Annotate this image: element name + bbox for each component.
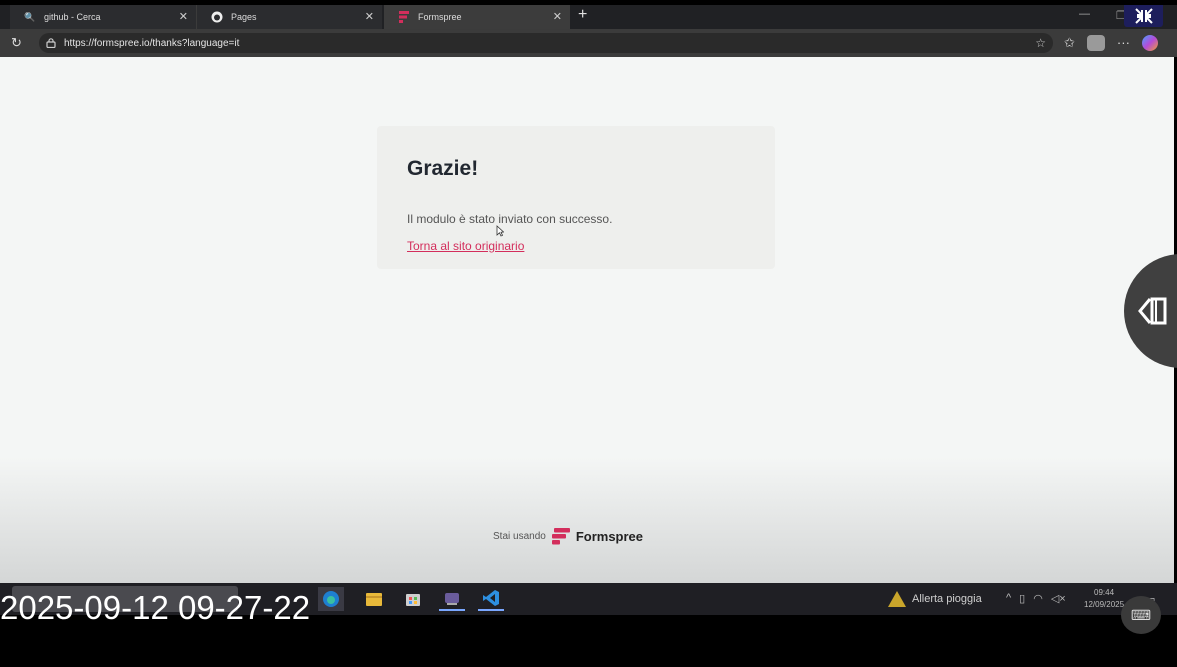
screen: 🔍 github - Cerca ✕ Pages ✕ Formspree ✕ +… bbox=[0, 0, 1177, 667]
system-tray: ^ ▯ ◠ ◁× bbox=[1006, 592, 1066, 605]
page-title: Grazie! bbox=[407, 157, 479, 180]
close-icon[interactable]: ✕ bbox=[365, 10, 374, 23]
toolbar-icons: ✩ ··· bbox=[1064, 35, 1158, 51]
footer-brand: Formspree bbox=[575, 528, 644, 544]
volume-muted-icon[interactable]: ◁× bbox=[1051, 592, 1066, 605]
wifi-icon[interactable]: ◠ bbox=[1033, 592, 1043, 605]
new-tab-button[interactable]: + bbox=[578, 6, 587, 24]
file-explorer-icon[interactable] bbox=[361, 587, 387, 611]
weather-widget[interactable]: Allerta pioggia bbox=[888, 591, 982, 607]
page-viewport: Grazie! Il modulo è stato inviato con su… bbox=[0, 57, 1174, 583]
mouse-cursor-icon bbox=[496, 225, 504, 237]
back-to-site-link[interactable]: Torna al sito originario bbox=[407, 239, 524, 253]
formspree-logo-icon bbox=[551, 528, 570, 545]
favorites-icon[interactable]: ✩ bbox=[1064, 35, 1075, 51]
close-icon[interactable]: ✕ bbox=[179, 10, 188, 23]
close-icon[interactable]: ✕ bbox=[553, 10, 562, 23]
formspree-icon bbox=[398, 11, 410, 23]
url-text: https://formspree.io/thanks?language=it bbox=[64, 37, 240, 49]
reload-icon[interactable]: ↻ bbox=[11, 35, 22, 51]
site-info-icon[interactable] bbox=[46, 38, 56, 49]
search-icon: 🔍 bbox=[24, 11, 36, 22]
footer-prefix: Stai usando bbox=[493, 530, 546, 542]
thanks-card: Grazie! Il modulo è stato inviato con su… bbox=[377, 126, 775, 269]
clock-date: 12/09/2025 bbox=[1084, 600, 1125, 609]
browser-tab-bar: 🔍 github - Cerca ✕ Pages ✕ Formspree ✕ +… bbox=[0, 5, 1177, 29]
footer-branding[interactable]: Stai usando Formspree bbox=[493, 527, 643, 545]
favorite-star-icon[interactable]: ☆ bbox=[1035, 36, 1046, 50]
clock-time: 09:44 bbox=[1094, 588, 1115, 597]
weather-text: Allerta pioggia bbox=[912, 593, 982, 605]
tab-github-search[interactable]: 🔍 github - Cerca ✕ bbox=[10, 5, 196, 29]
success-message: Il modulo è stato inviato con successo. bbox=[407, 212, 613, 226]
chevron-up-icon[interactable]: ^ bbox=[1006, 592, 1011, 605]
tab-label: github - Cerca bbox=[44, 12, 101, 22]
edge-icon[interactable] bbox=[318, 587, 344, 611]
exit-fullscreen-icon[interactable] bbox=[1124, 5, 1163, 27]
tab-formspree[interactable]: Formspree ✕ bbox=[384, 5, 570, 29]
tab-label: Formspree bbox=[418, 12, 462, 22]
more-options-icon[interactable]: ··· bbox=[1117, 35, 1130, 51]
page-bottom-gradient bbox=[0, 457, 1174, 583]
app-icon[interactable] bbox=[439, 587, 465, 611]
profile-avatar[interactable] bbox=[1086, 35, 1105, 51]
store-icon[interactable] bbox=[400, 587, 426, 611]
panel-collapse-icon bbox=[1138, 297, 1167, 325]
warning-icon bbox=[888, 591, 906, 607]
keyboard-icon[interactable]: ⌨ bbox=[1121, 596, 1161, 634]
copilot-icon[interactable] bbox=[1141, 35, 1158, 51]
address-bar[interactable]: https://formspree.io/thanks?language=it … bbox=[39, 33, 1053, 53]
vscode-icon[interactable] bbox=[478, 587, 504, 611]
browser-toolbar: ↻ https://formspree.io/thanks?language=i… bbox=[0, 29, 1177, 57]
tab-label: Pages bbox=[231, 12, 257, 22]
tab-pages[interactable]: Pages ✕ bbox=[196, 5, 382, 29]
github-icon bbox=[211, 11, 223, 23]
taskbar-clock[interactable]: 09:44 12/09/2025 bbox=[1084, 587, 1124, 611]
recording-timestamp: 2025-09-12 09-27-22 bbox=[0, 589, 311, 626]
battery-icon[interactable]: ▯ bbox=[1019, 592, 1025, 605]
minimize-icon[interactable]: — bbox=[1079, 8, 1090, 20]
